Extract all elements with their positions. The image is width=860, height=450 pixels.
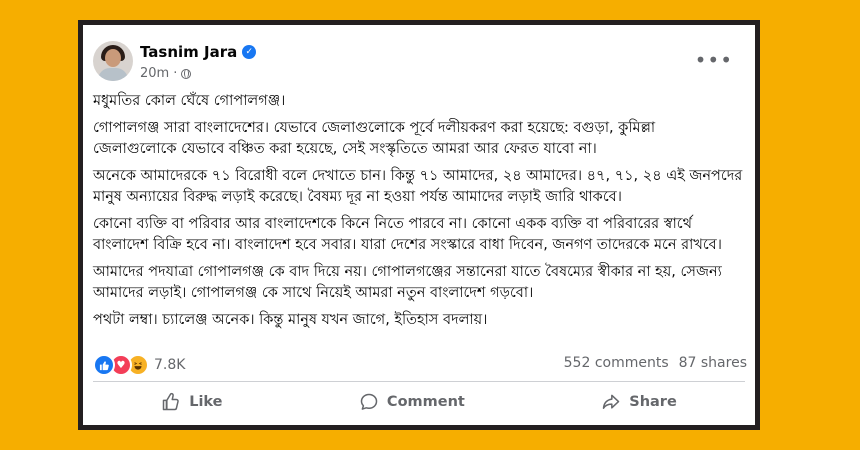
shares-count[interactable]: 87 shares bbox=[679, 355, 747, 371]
post-paragraph: মধুমতির কোল ঘেঁষে গোপালগঞ্জ। bbox=[93, 93, 286, 109]
more-options-icon[interactable]: ••• bbox=[695, 48, 733, 72]
post-paragraph: গোপালগঞ্জ সারা বাংলাদেশের। যেভাবে জেলাগু… bbox=[93, 120, 656, 157]
comment-button[interactable]: Comment bbox=[359, 392, 465, 412]
post-timestamp[interactable]: 20m bbox=[140, 66, 169, 81]
reaction-count: 7.8K bbox=[154, 357, 186, 373]
author-name-row: Tasnim Jara ✓ bbox=[140, 43, 257, 61]
post-body: মধুমতির কোল ঘেঁষে গোপালগঞ্জ। গোপালগঞ্জ স… bbox=[93, 91, 743, 337]
dot-separator: · bbox=[173, 66, 178, 81]
comment-bubble-icon bbox=[360, 393, 378, 410]
author-avatar[interactable] bbox=[93, 41, 133, 81]
post-paragraph: পথটা লম্বা। চ্যালেঞ্জ অনেক। কিন্তু মানুষ… bbox=[93, 312, 488, 328]
share-button[interactable]: Share bbox=[601, 392, 677, 412]
verified-badge-icon: ✓ bbox=[242, 45, 257, 59]
post-paragraph: আমাদের পদযাত্রা গোপালগঞ্জ কে বাদ দিয়ে ন… bbox=[93, 264, 722, 301]
like-reaction-icon bbox=[93, 354, 115, 376]
share-arrow-icon bbox=[603, 394, 620, 409]
avatar-face bbox=[105, 49, 121, 67]
reactions-summary[interactable]: ♥ 7.8K bbox=[93, 354, 185, 376]
post-meta: 20m · bbox=[140, 66, 192, 81]
comments-count[interactable]: 552 comments bbox=[564, 355, 669, 371]
actions-divider bbox=[93, 381, 745, 382]
engagement-stats: 552 comments 87 shares bbox=[564, 355, 747, 371]
like-button[interactable]: Like bbox=[161, 392, 223, 412]
facebook-post-card: Tasnim Jara ✓ 20m · ••• মধুমতির কোল ঘেঁষ… bbox=[83, 25, 755, 425]
post-paragraph: কোনো ব্যক্তি বা পরিবার আর বাংলাদেশকে কিন… bbox=[93, 216, 722, 253]
globe-icon bbox=[181, 68, 192, 79]
post-paragraph: অনেকে আমাদেরকে ৭১ বিরোধী বলে দেখাতে চান।… bbox=[93, 168, 743, 205]
post-actions-bar: Like Comment Share bbox=[93, 387, 745, 417]
like-label: Like bbox=[189, 394, 223, 410]
avatar-shoulders bbox=[98, 68, 128, 81]
author-name[interactable]: Tasnim Jara bbox=[140, 43, 237, 61]
comment-label: Comment bbox=[386, 394, 465, 410]
share-label: Share bbox=[629, 394, 677, 410]
thumbs-up-icon bbox=[162, 392, 179, 411]
